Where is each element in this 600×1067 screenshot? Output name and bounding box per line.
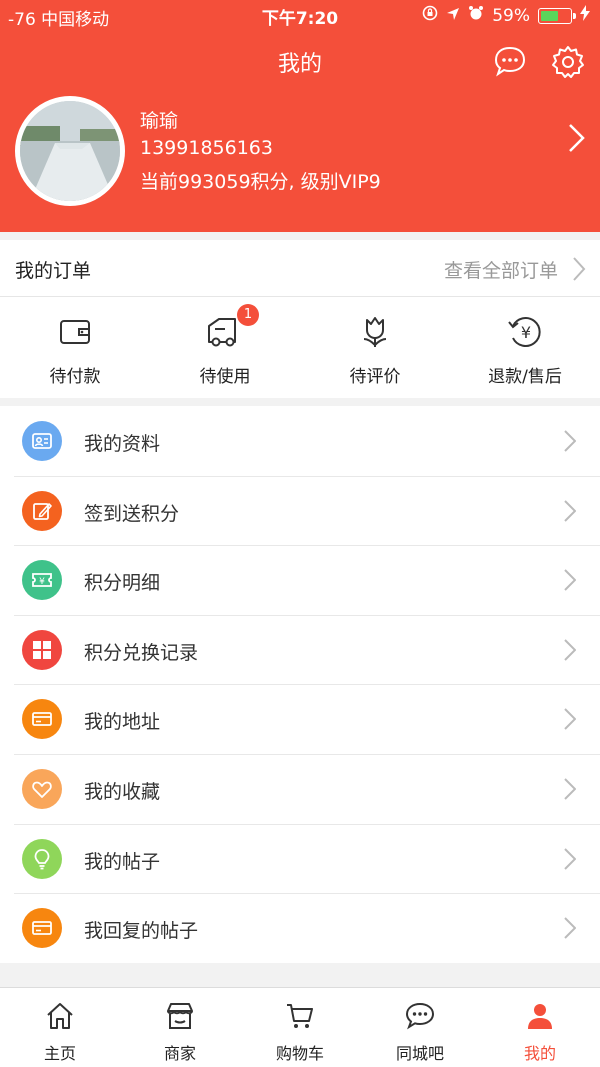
- tab-home[interactable]: 主页: [0, 988, 120, 1067]
- battery-percent: 59%: [492, 5, 530, 26]
- order-tab-pending-use[interactable]: 1 待使用: [150, 298, 300, 398]
- menu-item-checkin[interactable]: 签到送积分: [0, 475, 600, 546]
- menu-item-my-posts[interactable]: 我的帖子: [0, 823, 600, 894]
- svg-text:¥: ¥: [521, 323, 531, 342]
- tab-label: 商家: [163, 1044, 196, 1063]
- chevron-right-icon: [564, 847, 577, 870]
- chevron-right-icon: [564, 499, 577, 522]
- profile-card-icon: [22, 421, 62, 461]
- rotation-lock-icon: [422, 5, 438, 26]
- chevron-right-icon: [564, 430, 577, 452]
- chevron-right-icon: [572, 256, 586, 282]
- order-tab-label: 待使用: [199, 367, 251, 387]
- ticket-icon: ¥: [22, 560, 62, 601]
- user-name: 瑜瑜: [140, 110, 179, 132]
- bottom-tab-bar: 主页 商家 购物车 同城吧 我的: [0, 987, 600, 1067]
- user-points-level: 当前993059积分, 级别VIP9: [140, 171, 381, 193]
- chevron-right-icon[interactable]: [566, 122, 588, 154]
- grid-icon: [22, 629, 62, 670]
- menu-item-favorites[interactable]: 我的收藏: [0, 753, 600, 824]
- order-tab-label: 待付款: [49, 367, 101, 387]
- order-tab-label: 退款/售后: [488, 367, 562, 387]
- tab-cart[interactable]: 购物车: [240, 988, 360, 1067]
- chevron-right-icon: [564, 639, 577, 661]
- avatar[interactable]: [15, 96, 125, 206]
- view-all-orders-link[interactable]: 查看全部订单: [444, 256, 558, 283]
- order-tab-refund[interactable]: ¥ 退款/售后: [450, 298, 600, 398]
- status-right: 59%: [422, 5, 590, 26]
- menu-item-points-detail[interactable]: ¥ 积分明细: [0, 545, 600, 615]
- menu-item-profile[interactable]: 我的资料: [0, 406, 600, 476]
- heart-icon: [22, 768, 62, 809]
- chevron-right-icon: [564, 778, 577, 800]
- menu-item-label: 我的帖子: [84, 850, 161, 873]
- charging-icon: [580, 5, 590, 26]
- chevron-right-icon: [564, 708, 577, 731]
- order-status-tabs: 待付款 1 待使用 待评价 ¥ 退款/售后: [0, 298, 600, 398]
- battery-icon: [538, 7, 576, 24]
- chevron-right-icon: [564, 917, 577, 939]
- menu-item-label: 我的地址: [84, 711, 161, 734]
- card-icon: [22, 908, 62, 949]
- tab-mine[interactable]: 我的: [480, 988, 600, 1067]
- menu-item-address[interactable]: 我的地址: [0, 684, 600, 754]
- gear-icon[interactable]: [550, 44, 586, 80]
- menu-item-label: 我的收藏: [84, 780, 161, 803]
- svg-text:¥: ¥: [39, 577, 45, 587]
- order-tab-pending-review[interactable]: 待评价: [300, 298, 450, 398]
- orders-title: 我的订单: [15, 260, 92, 282]
- card-icon: [22, 699, 62, 740]
- tab-label: 我的: [523, 1044, 556, 1063]
- menu-item-my-replies[interactable]: 我回复的帖子: [0, 893, 600, 963]
- menu-list: 我的资料 签到送积分 ¥ 积分明细 积分兑换记录 我的地址 我的收藏 我的帖子 …: [0, 406, 600, 963]
- cart-icon: [287, 1004, 313, 1028]
- order-tab-pending-payment[interactable]: 待付款: [0, 298, 150, 398]
- orders-section: 我的订单 查看全部订单 待付款 1 待使用 待评价 ¥ 退款/售后: [0, 240, 600, 398]
- menu-item-label: 我回复的帖子: [84, 920, 199, 943]
- store-icon: [167, 1003, 193, 1029]
- chat-bubble-icon: [405, 1002, 435, 1030]
- chat-bubble-icon[interactable]: [492, 44, 528, 80]
- location-icon: [446, 6, 460, 26]
- person-icon: [528, 1004, 552, 1029]
- chevron-right-icon: [564, 569, 577, 591]
- status-bar: -76 中国移动 下午7:20 59%: [0, 0, 600, 30]
- tab-merchants[interactable]: 商家: [120, 988, 240, 1067]
- menu-item-label: 我的资料: [84, 433, 161, 455]
- menu-item-label: 签到送积分: [84, 502, 180, 525]
- tab-label: 同城吧: [395, 1044, 444, 1063]
- bulb-icon: [22, 838, 62, 879]
- order-tab-label: 待评价: [349, 367, 401, 387]
- edit-icon: [22, 490, 62, 531]
- tab-label: 购物车: [275, 1044, 324, 1063]
- wallet-icon: [60, 320, 90, 344]
- menu-item-label: 积分明细: [84, 572, 161, 595]
- tab-local-community[interactable]: 同城吧: [360, 988, 480, 1067]
- profile-header: -76 中国移动 下午7:20 59% 我的 瑜瑜 13991856163 当前…: [0, 0, 600, 232]
- order-count-badge: 1: [237, 304, 259, 326]
- alarm-icon: [468, 5, 484, 26]
- orders-header[interactable]: 我的订单 查看全部订单: [0, 240, 600, 297]
- flower-icon: [363, 317, 387, 347]
- menu-item-label: 积分兑换记录: [84, 641, 199, 664]
- menu-item-exchange-records[interactable]: 积分兑换记录: [0, 614, 600, 685]
- tab-label: 主页: [43, 1044, 76, 1063]
- home-icon: [47, 1003, 73, 1029]
- refund-icon: ¥: [508, 317, 541, 347]
- user-phone: 13991856163: [140, 137, 273, 159]
